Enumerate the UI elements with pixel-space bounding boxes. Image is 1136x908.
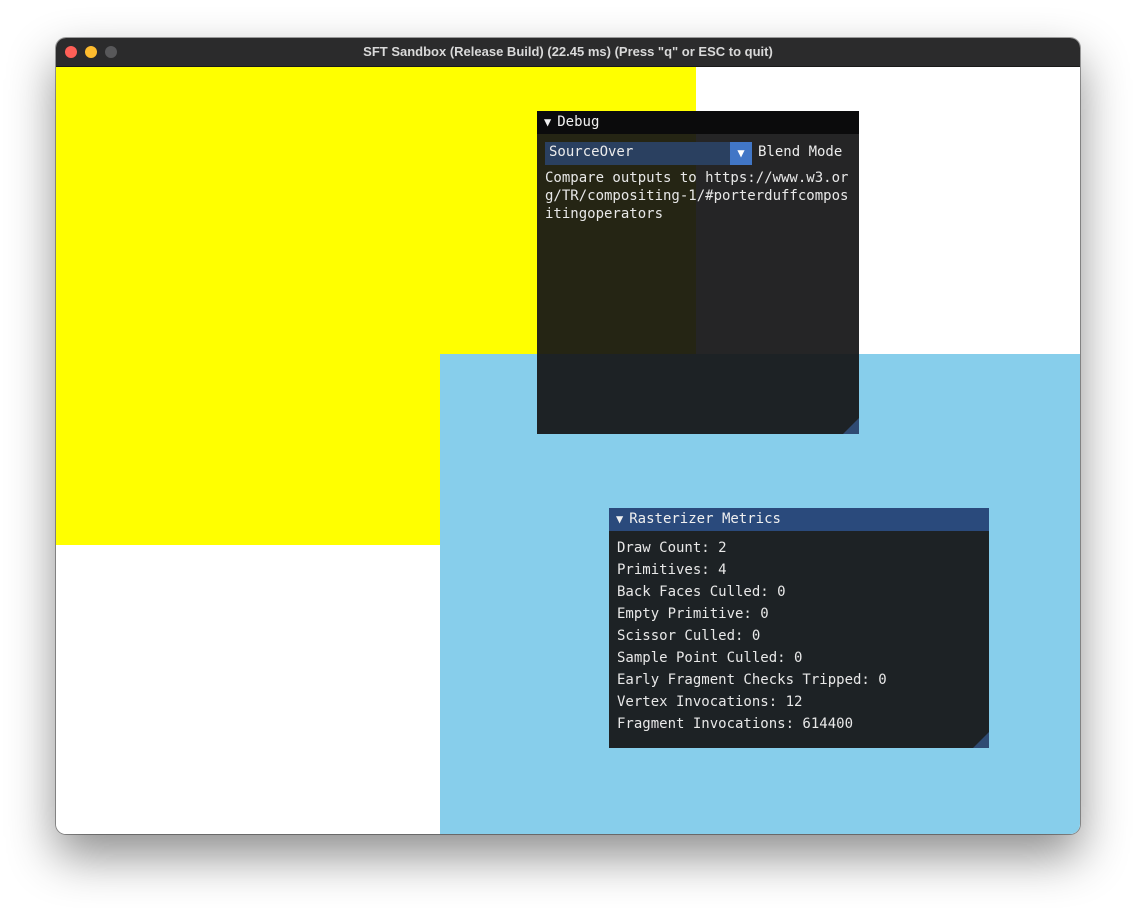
debug-panel: ▼ Debug SourceOver ▼ Blend Mode Compare o…: [537, 111, 859, 434]
metrics-panel-header[interactable]: ▼ Rasterizer Metrics: [609, 508, 989, 531]
blend-mode-row: SourceOver ▼ Blend Mode: [545, 142, 859, 165]
compare-outputs-text: Compare outputs to https://www.w3.org/TR…: [545, 170, 849, 222]
metric-line: Early Fragment Checks Tripped: 0: [617, 672, 887, 688]
debug-resize-grip[interactable]: [843, 418, 859, 434]
window-title: SFT Sandbox (Release Build) (22.45 ms) (…: [363, 44, 773, 59]
metric-line: Draw Count: 2: [617, 540, 727, 556]
metric-line: Sample Point Culled: 0: [617, 650, 803, 666]
triangle-down-icon[interactable]: ▼: [544, 115, 551, 129]
blend-mode-label: Blend Mode: [758, 144, 843, 160]
metric-line: Vertex Invocations: 12: [617, 694, 803, 710]
blend-mode-combo[interactable]: SourceOver ▼: [545, 142, 752, 165]
render-canvas: ▼ Debug SourceOver ▼ Blend Mode Compare o…: [56, 67, 1080, 834]
metrics-resize-grip[interactable]: [973, 732, 989, 748]
metric-line: Fragment Invocations: 614400: [617, 716, 854, 732]
metrics-panel-title: Rasterizer Metrics: [629, 511, 781, 527]
debug-panel-header[interactable]: ▼ Debug: [537, 111, 859, 134]
rasterizer-metrics-panel: ▼ Rasterizer Metrics Draw Count: 2 Primit…: [609, 508, 989, 748]
blend-mode-value: SourceOver: [549, 144, 634, 160]
metric-line: Empty Primitive: 0: [617, 606, 769, 622]
metric-line: Back Faces Culled: 0: [617, 584, 786, 600]
app-window: SFT Sandbox (Release Build) (22.45 ms) (…: [56, 38, 1080, 834]
debug-panel-title: Debug: [557, 114, 600, 130]
title-bar[interactable]: SFT Sandbox (Release Build) (22.45 ms) (…: [56, 38, 1080, 67]
metrics-list: Draw Count: 2 Primitives: 4 Back Faces C…: [617, 537, 981, 735]
metric-line: Primitives: 4: [617, 562, 727, 578]
metric-line: Scissor Culled: 0: [617, 628, 761, 644]
triangle-down-icon[interactable]: ▼: [616, 512, 623, 526]
chevron-down-icon[interactable]: ▼: [730, 142, 752, 165]
